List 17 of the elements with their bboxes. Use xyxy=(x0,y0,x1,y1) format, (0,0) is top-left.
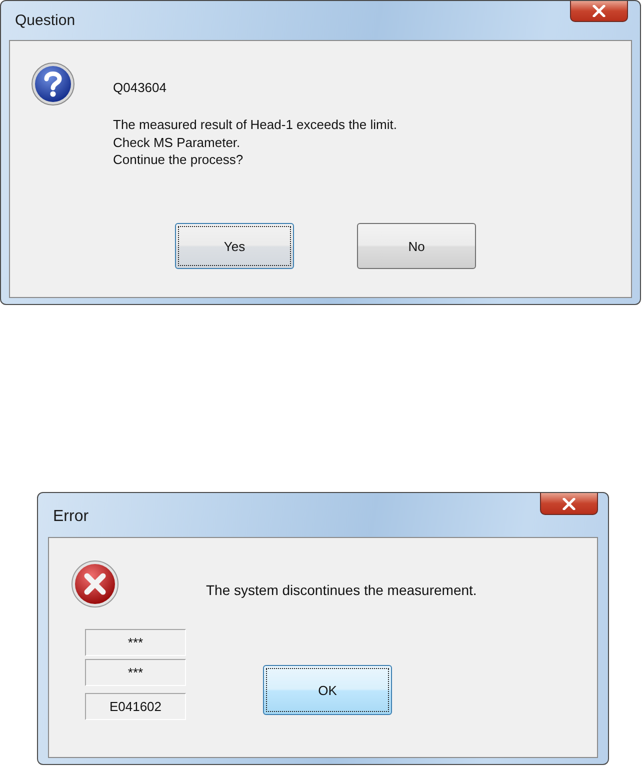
question-icon xyxy=(31,62,75,106)
window-title: Error xyxy=(52,507,89,526)
close-button[interactable] xyxy=(540,493,598,515)
error-icon xyxy=(71,560,119,608)
close-icon xyxy=(562,498,576,510)
code-field: *** xyxy=(85,629,186,656)
code-field: E041602 xyxy=(85,693,186,720)
close-button[interactable] xyxy=(570,1,628,22)
dialog-button[interactable]: No xyxy=(357,223,476,269)
window-title: Question xyxy=(14,11,76,29)
dialog-button[interactable]: Yes xyxy=(175,223,294,269)
message-code: Q043604 xyxy=(113,80,168,95)
dialog-button[interactable]: OK xyxy=(263,665,392,715)
message-text: The system discontinues the measurement. xyxy=(206,582,477,598)
message-text: The measured result of Head-1 exceeds the limit. Check MS Parameter. Continue the process? xyxy=(113,116,397,168)
close-icon xyxy=(592,5,606,17)
code-field: *** xyxy=(85,659,186,686)
